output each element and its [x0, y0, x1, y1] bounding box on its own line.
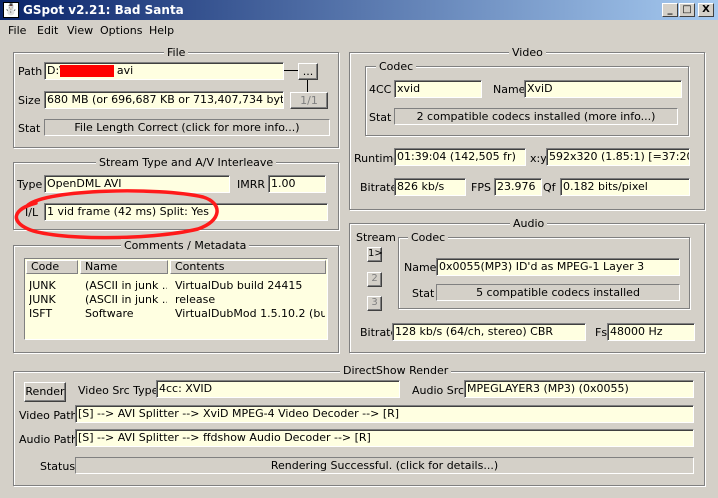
status-label: Status: [40, 460, 76, 473]
audio-codec-legend: Codec: [408, 231, 449, 244]
connector-line: [307, 80, 308, 92]
table-cell: Software: [85, 307, 134, 320]
xy-field: 592x320 (1.85:1) [=37:20]: [546, 148, 690, 166]
fourcc-field: xvid: [394, 80, 482, 98]
table-cell: ISFT: [29, 307, 53, 320]
video-legend: Video: [509, 46, 546, 59]
audio-path-label: Audio Path: [19, 433, 78, 446]
video-bitrate-field: 826 kb/s: [394, 178, 466, 196]
video-name-field: XviD: [524, 80, 682, 98]
xy-label: x:y: [530, 152, 547, 165]
stream-legend: Stream Type and A/V Interleave: [96, 156, 277, 169]
video-stat-bar[interactable]: 2 compatible codecs installed (more info…: [394, 108, 678, 125]
audio-legend: Audio: [510, 217, 548, 230]
video-stat-label: Stat: [369, 111, 392, 124]
audio-src-label: Audio Src: [412, 384, 465, 397]
fs-label: Fs: [595, 326, 608, 339]
stream-1-button[interactable]: 1>: [367, 247, 383, 262]
video-path-label: Video Path: [19, 409, 78, 422]
path-suffix: avi: [116, 64, 134, 77]
video-codec-legend: Codec: [376, 60, 417, 73]
comments-legend: Comments / Metadata: [121, 239, 250, 252]
window-title: GSpot v2.21: Bad Santa: [23, 3, 184, 17]
table-cell: release: [175, 293, 216, 306]
imrr-label: IMRR: [237, 178, 266, 191]
audio-name-field: 0x0055(MP3) ID'd as MPEG-1 Layer 3: [436, 258, 680, 276]
fps-label: FPS: [471, 181, 491, 194]
video-path-field: [S] --> AVI Splitter --> XviD MPEG-4 Vid…: [75, 405, 694, 423]
path-label: Path: [18, 65, 43, 78]
table-cell: (ASCII in junk ...: [85, 279, 167, 292]
table-cell: JUNK: [29, 279, 56, 292]
stream-3-button[interactable]: 3: [367, 296, 382, 311]
size-label: Size: [18, 94, 41, 107]
qf-field: 0.182 bits/pixel: [560, 178, 690, 196]
video-src-field: 4cc: XVID: [156, 380, 400, 398]
metadata-table[interactable]: Code Name Contents JUNK (ASCII in junk .…: [24, 258, 328, 340]
minimize-button[interactable]: _: [662, 3, 678, 17]
size-field: 680 MB (or 696,687 KB or 713,407,734 byt…: [44, 91, 284, 109]
part-button[interactable]: 1/1: [290, 92, 328, 109]
menu-edit[interactable]: Edit: [37, 24, 58, 37]
video-codec-group: [365, 66, 689, 136]
file-stat-bar[interactable]: File Length Correct (click for more info…: [44, 119, 330, 136]
table-cell: (ASCII in junk ...: [85, 293, 167, 306]
column-header-contents[interactable]: Contents: [170, 260, 326, 274]
audio-stat-bar[interactable]: 5 compatible codecs installed: [436, 284, 680, 301]
video-src-label: Video Src Type: [78, 384, 159, 397]
qf-label: Qf: [543, 181, 556, 194]
stream-label: Stream: [356, 231, 396, 244]
render-button[interactable]: Render: [24, 382, 66, 402]
runtime-field: 01:39:04 (142,505 fr): [394, 148, 526, 166]
imrr-field: 1.00: [268, 175, 326, 193]
video-name-label: Name: [493, 83, 526, 96]
app-icon: ⛄: [3, 2, 19, 18]
column-header-name[interactable]: Name: [80, 260, 168, 274]
file-legend: File: [164, 46, 189, 59]
title-bar: ⛄ GSpot v2.21: Bad Santa _ □ X: [0, 0, 718, 20]
directshow-legend: DirectShow Render: [340, 364, 452, 377]
audio-stat-label: Stat: [412, 287, 435, 300]
close-button[interactable]: X: [698, 3, 714, 17]
table-cell: JUNK: [29, 293, 56, 306]
video-bitrate-label: Bitrate: [360, 181, 398, 194]
audio-src-field: MPEGLAYER3 (MP3) (0x0055): [464, 380, 694, 398]
table-cell: VirtualDubMod 1.5.10.2 (buil...: [175, 307, 325, 320]
menu-file[interactable]: File: [8, 24, 26, 37]
maximize-button[interactable]: □: [679, 3, 695, 17]
column-header-code[interactable]: Code: [26, 260, 78, 274]
red-annotation-circle: [14, 189, 219, 240]
stat-label: Stat: [18, 122, 41, 135]
connector-line: [284, 70, 298, 71]
table-cell: VirtualDub build 24415: [175, 279, 303, 292]
redaction-bar: [60, 65, 114, 77]
stream-2-button[interactable]: 2: [367, 272, 382, 287]
fps-field: 23.976: [494, 178, 542, 196]
audio-path-field: [S] --> AVI Splitter --> ffdshow Audio D…: [75, 429, 694, 447]
menu-options[interactable]: Options: [100, 24, 142, 37]
render-status-bar[interactable]: Rendering Successful. (click for details…: [75, 457, 694, 474]
browse-button[interactable]: ...: [298, 63, 318, 80]
fs-field: 48000 Hz: [607, 323, 695, 341]
menu-help[interactable]: Help: [149, 24, 174, 37]
menu-view[interactable]: View: [67, 24, 93, 37]
audio-bitrate-field: 128 kb/s (64/ch, stereo) CBR: [392, 323, 586, 341]
audio-name-label: Name: [404, 261, 437, 274]
fourcc-label: 4CC: [369, 83, 392, 96]
